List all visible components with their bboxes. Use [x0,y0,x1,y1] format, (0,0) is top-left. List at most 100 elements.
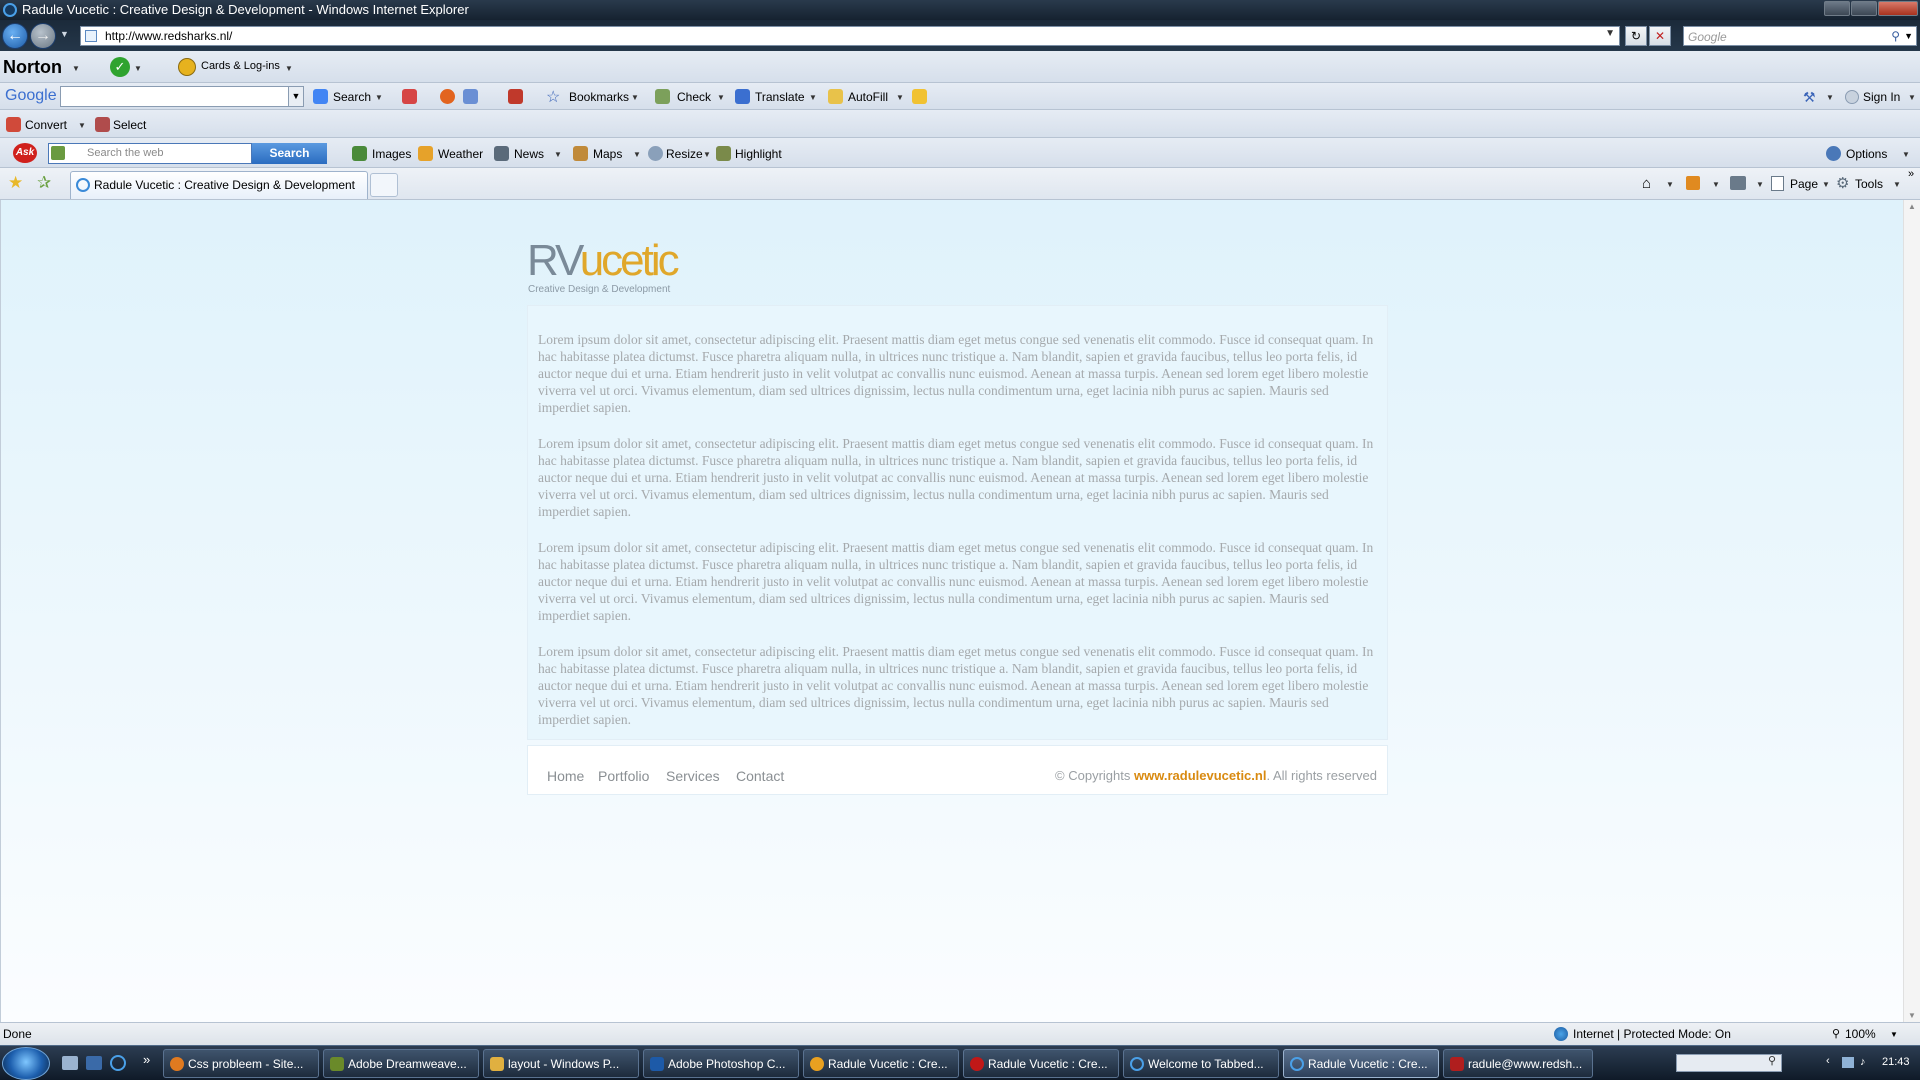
tools-menu-icon[interactable]: ▼ [1893,180,1901,189]
signin-menu-icon[interactable]: ▼ [1908,93,1916,102]
tools-menu-button[interactable]: Tools [1855,177,1883,191]
popup-blocker-icon[interactable] [402,89,417,104]
google-search-dropdown-icon[interactable]: ▼ [288,86,304,107]
nav-contact[interactable]: Contact [736,768,784,784]
bookmarks-button[interactable]: Bookmarks [569,90,629,104]
zoom-level[interactable]: 100% [1845,1027,1876,1041]
scroll-down-icon[interactable]: ▼ [1908,1011,1916,1020]
network-icon[interactable] [1842,1057,1854,1068]
safe-menu-icon[interactable]: ▼ [134,64,142,73]
bookmarks-menu-icon[interactable]: ▼ [631,93,639,102]
news-menu-icon[interactable]: ▼ [554,150,562,159]
home-icon[interactable]: ⌂ [1642,175,1651,192]
restore-button[interactable] [1851,1,1877,16]
volume-icon[interactable]: ♪ [1860,1056,1866,1068]
scroll-up-icon[interactable]: ▲ [1908,202,1916,211]
autofill-button[interactable]: AutoFill [848,90,888,104]
google-search-button[interactable]: Search [333,90,371,104]
plus-icon[interactable] [463,89,478,104]
zoom-menu-icon[interactable]: ▼ [1890,1030,1898,1039]
zone-status[interactable]: Internet | Protected Mode: On [1573,1027,1731,1041]
taskbar-item-7[interactable]: Welcome to Tabbed... [1123,1049,1279,1078]
tray-search-input[interactable] [1676,1054,1782,1072]
tray-search-icon[interactable]: ⚲ [1768,1054,1776,1067]
options-button[interactable]: Options [1846,147,1887,161]
translate-button[interactable]: Translate [755,90,805,104]
forward-button[interactable]: → [30,23,56,49]
new-tab-button[interactable] [370,173,398,197]
highlight-pen-icon[interactable] [912,89,927,104]
address-dropdown-icon[interactable]: ▼ [1605,28,1615,39]
minimize-button[interactable] [1824,1,1850,16]
highlight-button[interactable]: Highlight [735,147,782,161]
show-desktop-icon[interactable] [62,1056,78,1070]
translate-menu-icon[interactable]: ▼ [809,93,817,102]
add-favorites-icon[interactable]: ✰ [37,173,51,193]
norton-menu-icon[interactable]: ▼ [72,64,80,73]
resize-menu-icon[interactable]: ▼ [703,150,711,159]
share-icon[interactable] [440,89,455,104]
safe-check-icon[interactable]: ✓ [110,57,130,77]
stop-button[interactable]: ✕ [1649,26,1671,46]
nav-home[interactable]: Home [547,768,584,784]
feeds-menu-icon[interactable]: ▼ [1712,180,1720,189]
taskbar-item-6[interactable]: Radule Vucetic : Cre... [963,1049,1119,1078]
signin-button[interactable]: Sign In [1863,90,1900,104]
print-menu-icon[interactable]: ▼ [1756,180,1764,189]
autofill-menu-icon[interactable]: ▼ [896,93,904,102]
check-menu-icon[interactable]: ▼ [717,93,725,102]
maps-button[interactable]: Maps [593,147,622,161]
print-icon[interactable] [1730,176,1746,190]
resize-button[interactable]: Resize [666,147,703,161]
chevron-more-icon[interactable]: » [1908,168,1914,180]
taskbar-item-8[interactable]: Radule Vucetic : Cre... [1283,1049,1439,1078]
nav-services[interactable]: Services [666,768,720,784]
taskbar-item-3[interactable]: layout - Windows P... [483,1049,639,1078]
recent-pages-dropdown-icon[interactable]: ▼ [60,29,69,39]
images-button[interactable]: Images [372,147,411,161]
check-button[interactable]: Check [677,90,711,104]
convert-menu-icon[interactable]: ▼ [78,121,86,130]
quicklaunch-ie-icon[interactable] [110,1055,126,1071]
ask-logo[interactable]: Ask [13,143,37,163]
news-button[interactable]: News [514,147,544,161]
cards-logins-button[interactable]: Cards & Log-ins [201,60,280,72]
taskbar-item-1[interactable]: Css probleem - Site... [163,1049,319,1078]
clock[interactable]: 21:43 [1882,1056,1910,1068]
feeds-icon[interactable] [1686,176,1700,190]
taskbar-item-2[interactable]: Adobe Dreamweave... [323,1049,479,1078]
home-menu-icon[interactable]: ▼ [1666,180,1674,189]
taskbar-item-9[interactable]: radule@www.redsh... [1443,1049,1593,1078]
maps-menu-icon[interactable]: ▼ [633,150,641,159]
address-bar[interactable]: http://www.redsharks.nl/ ▼ [80,26,1620,46]
vertical-scrollbar[interactable]: ▲ ▼ [1903,200,1920,1022]
norton-logo[interactable]: Norton [3,57,62,78]
taskbar-item-4[interactable]: Adobe Photoshop C... [643,1049,799,1078]
tray-expand-icon[interactable]: ‹ [1826,1055,1830,1067]
quicklaunch-more-icon[interactable]: » [143,1052,150,1067]
spell-icon[interactable] [508,89,523,104]
search-icon[interactable]: ⚲ [1891,29,1900,43]
select-button[interactable]: Select [113,118,146,132]
settings-menu-icon[interactable]: ▼ [1826,93,1834,102]
nav-portfolio[interactable]: Portfolio [598,768,649,784]
ask-engine-icon[interactable] [51,146,65,160]
switch-windows-icon[interactable] [86,1056,102,1070]
search-box[interactable]: Google ⚲ ▼ [1683,26,1917,46]
favorites-star-icon[interactable]: ★ [8,173,23,193]
options-menu-icon[interactable]: ▼ [1902,150,1910,159]
weather-button[interactable]: Weather [438,147,483,161]
close-button[interactable] [1878,1,1918,16]
back-button[interactable]: ← [2,23,28,49]
site-logo[interactable]: RVucetic Creative Design & Development [527,236,680,295]
google-search-input[interactable] [60,86,292,107]
refresh-button[interactable]: ↻ [1625,26,1647,46]
ask-search-button[interactable]: Search [252,143,327,164]
taskbar-item-5[interactable]: Radule Vucetic : Cre... [803,1049,959,1078]
search-dropdown-icon[interactable]: ▼ [1904,31,1913,41]
page-menu-icon[interactable]: ▼ [1822,180,1830,189]
convert-button[interactable]: Convert [25,118,67,132]
cards-menu-icon[interactable]: ▼ [285,64,293,73]
start-button[interactable] [2,1047,50,1080]
page-menu-button[interactable]: Page [1790,177,1818,191]
